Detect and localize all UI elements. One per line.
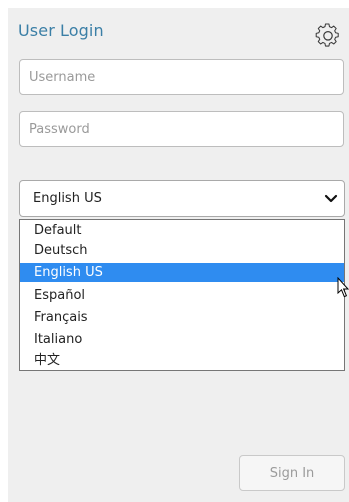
mouse-pointer-icon bbox=[337, 277, 349, 298]
language-option-deutsch[interactable]: Deutsch bbox=[20, 241, 344, 260]
language-option-espanol[interactable]: Español bbox=[20, 286, 344, 305]
chevron-down-icon bbox=[324, 194, 338, 203]
language-dropdown-list: Default Deutsch English US Español Franç… bbox=[19, 219, 345, 371]
language-option-chinese[interactable]: 中文 bbox=[20, 351, 344, 370]
gear-icon[interactable] bbox=[315, 23, 341, 49]
language-option-english-us[interactable]: English US bbox=[20, 263, 344, 282]
page-title: User Login bbox=[18, 21, 104, 40]
username-input[interactable] bbox=[19, 59, 344, 95]
language-option-default[interactable]: Default bbox=[20, 221, 344, 240]
sign-in-button[interactable]: Sign In bbox=[239, 455, 345, 491]
password-input[interactable] bbox=[19, 111, 344, 147]
language-option-francais[interactable]: Français bbox=[20, 308, 344, 327]
language-option-italiano[interactable]: Italiano bbox=[20, 330, 344, 349]
language-select-value: English US bbox=[33, 191, 102, 206]
language-select[interactable]: English US bbox=[19, 180, 345, 217]
